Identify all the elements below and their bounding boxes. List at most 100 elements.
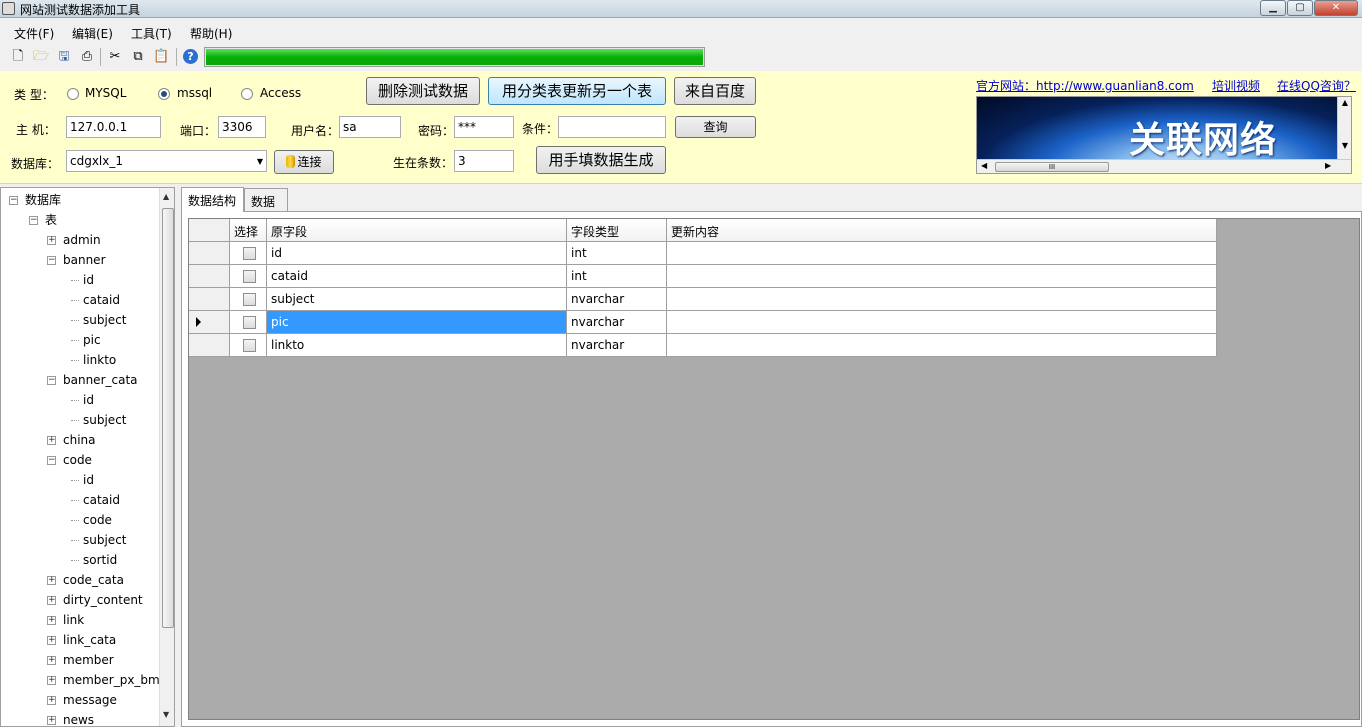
scroll-up-icon[interactable]: ▲ <box>1338 98 1351 107</box>
field-cell[interactable]: pic <box>267 311 567 334</box>
content-cell[interactable] <box>667 242 1217 265</box>
select-checkbox[interactable] <box>243 247 256 260</box>
tree-node[interactable]: code <box>63 451 92 469</box>
select-cell[interactable] <box>230 288 267 311</box>
tree-node[interactable]: cataid <box>83 491 120 509</box>
tree-node[interactable]: pic <box>83 331 101 349</box>
type-cell[interactable]: nvarchar <box>567 288 667 311</box>
tree-node[interactable]: member_px_bm <box>63 671 160 689</box>
radio-mssql-label[interactable]: mssql <box>177 86 212 100</box>
host-input[interactable]: 127.0.0.1 <box>66 116 161 138</box>
minimize-button[interactable]: ▁ <box>1260 0 1286 16</box>
port-input[interactable]: 3306 <box>218 116 266 138</box>
expand-icon[interactable]: + <box>47 616 56 625</box>
banner-horizontal-scrollbar[interactable]: ◀ III ▶ <box>977 159 1351 173</box>
scroll-down-icon[interactable]: ▼ <box>1338 141 1351 150</box>
menu-edit[interactable]: 编辑(E) <box>72 25 113 42</box>
collapse-icon[interactable]: − <box>47 256 56 265</box>
column-header-type[interactable]: 字段类型 <box>567 219 667 242</box>
help-icon[interactable]: ? <box>183 49 198 64</box>
tree-scroll-thumb[interactable] <box>162 208 174 628</box>
expand-icon[interactable]: + <box>47 656 56 665</box>
select-cell[interactable] <box>230 242 267 265</box>
cut-icon[interactable]: ✂ <box>107 49 123 65</box>
user-input[interactable]: sa <box>339 116 401 138</box>
scroll-right-icon[interactable]: ▶ <box>1325 161 1331 170</box>
training-video-link[interactable]: 培训视频 <box>1212 77 1260 94</box>
condition-input[interactable] <box>558 116 666 138</box>
update-from-category-button[interactable]: 用分类表更新另一个表 <box>488 77 666 105</box>
tab-structure[interactable]: 数据结构 <box>181 187 244 212</box>
type-cell[interactable]: nvarchar <box>567 334 667 357</box>
tree-node[interactable]: code <box>83 511 112 529</box>
chevron-down-icon[interactable]: ▼ <box>257 157 263 166</box>
tree-node[interactable]: cataid <box>83 291 120 309</box>
collapse-icon[interactable]: − <box>47 456 56 465</box>
expand-icon[interactable]: + <box>47 436 56 445</box>
database-tree[interactable]: ▲ ▼ − 数据库 − 表 + admin − banner id cataid subject pi… <box>0 187 175 727</box>
tree-node[interactable]: admin <box>63 231 101 249</box>
tree-node[interactable]: banner_cata <box>63 371 138 389</box>
column-header-content[interactable]: 更新内容 <box>667 219 1217 242</box>
row-header[interactable] <box>189 311 230 334</box>
column-header-field[interactable]: 原字段 <box>267 219 567 242</box>
select-checkbox[interactable] <box>243 339 256 352</box>
open-folder-icon[interactable]: 🗁 <box>33 49 49 65</box>
field-cell[interactable]: linkto <box>267 334 567 357</box>
expand-icon[interactable]: + <box>47 676 56 685</box>
content-cell[interactable] <box>667 288 1217 311</box>
count-input[interactable]: 3 <box>454 150 514 172</box>
paste-icon[interactable]: 📋 <box>153 49 169 65</box>
collapse-icon[interactable]: − <box>47 376 56 385</box>
connect-button[interactable]: 连接 <box>274 150 334 174</box>
tree-node[interactable]: message <box>63 691 117 709</box>
content-cell[interactable] <box>667 311 1217 334</box>
radio-mysql-label[interactable]: MYSQL <box>85 86 126 100</box>
field-grid[interactable]: 选择 原字段 字段类型 更新内容 id int cataid int subject nvarch… <box>188 218 1360 720</box>
row-header[interactable] <box>189 288 230 311</box>
radio-mysql[interactable] <box>67 88 79 100</box>
field-cell[interactable]: subject <box>267 288 567 311</box>
expand-icon[interactable]: + <box>47 596 56 605</box>
radio-access-label[interactable]: Access <box>260 86 301 100</box>
select-cell[interactable] <box>230 311 267 334</box>
copy-icon[interactable]: ⧉ <box>130 49 146 65</box>
expand-icon[interactable]: + <box>47 576 56 585</box>
expand-icon[interactable]: + <box>47 696 56 705</box>
tree-node[interactable]: 表 <box>45 211 57 229</box>
row-header[interactable] <box>189 242 230 265</box>
banner-scroll-thumb[interactable]: III <box>995 162 1109 172</box>
radio-mssql[interactable] <box>158 88 170 100</box>
password-input[interactable]: *** <box>454 116 514 138</box>
type-cell[interactable]: int <box>567 242 667 265</box>
tree-node[interactable]: link <box>63 611 84 629</box>
radio-access[interactable] <box>241 88 253 100</box>
save-icon[interactable]: 🖫 <box>56 49 72 65</box>
field-cell[interactable]: cataid <box>267 265 567 288</box>
official-site-link[interactable]: 官方网站：http://www.guanlian8.com <box>976 77 1194 94</box>
tree-node[interactable]: id <box>83 471 94 489</box>
menu-file[interactable]: 文件(F) <box>14 25 54 42</box>
query-button[interactable]: 查询 <box>675 116 756 138</box>
row-header[interactable] <box>189 265 230 288</box>
scroll-up-icon[interactable]: ▲ <box>163 192 169 201</box>
content-cell[interactable] <box>667 265 1217 288</box>
expand-icon[interactable]: + <box>47 716 56 725</box>
tree-node[interactable]: banner <box>63 251 106 269</box>
manual-generate-button[interactable]: 用手填数据生成 <box>536 146 666 174</box>
select-cell[interactable] <box>230 265 267 288</box>
tree-node[interactable]: subject <box>83 411 127 429</box>
tree-node[interactable]: member <box>63 651 114 669</box>
scroll-down-icon[interactable]: ▼ <box>163 710 169 719</box>
select-cell[interactable] <box>230 334 267 357</box>
database-select[interactable]: cdgxlx_1 ▼ <box>66 150 267 172</box>
column-header-select[interactable]: 选择 <box>230 219 267 242</box>
type-cell[interactable]: nvarchar <box>567 311 667 334</box>
select-checkbox[interactable] <box>243 316 256 329</box>
expand-icon[interactable]: + <box>47 636 56 645</box>
tree-node[interactable]: linkto <box>83 351 116 369</box>
select-checkbox[interactable] <box>243 293 256 306</box>
collapse-icon[interactable]: − <box>29 216 38 225</box>
tree-node[interactable]: dirty_content <box>63 591 143 609</box>
row-header[interactable] <box>189 334 230 357</box>
